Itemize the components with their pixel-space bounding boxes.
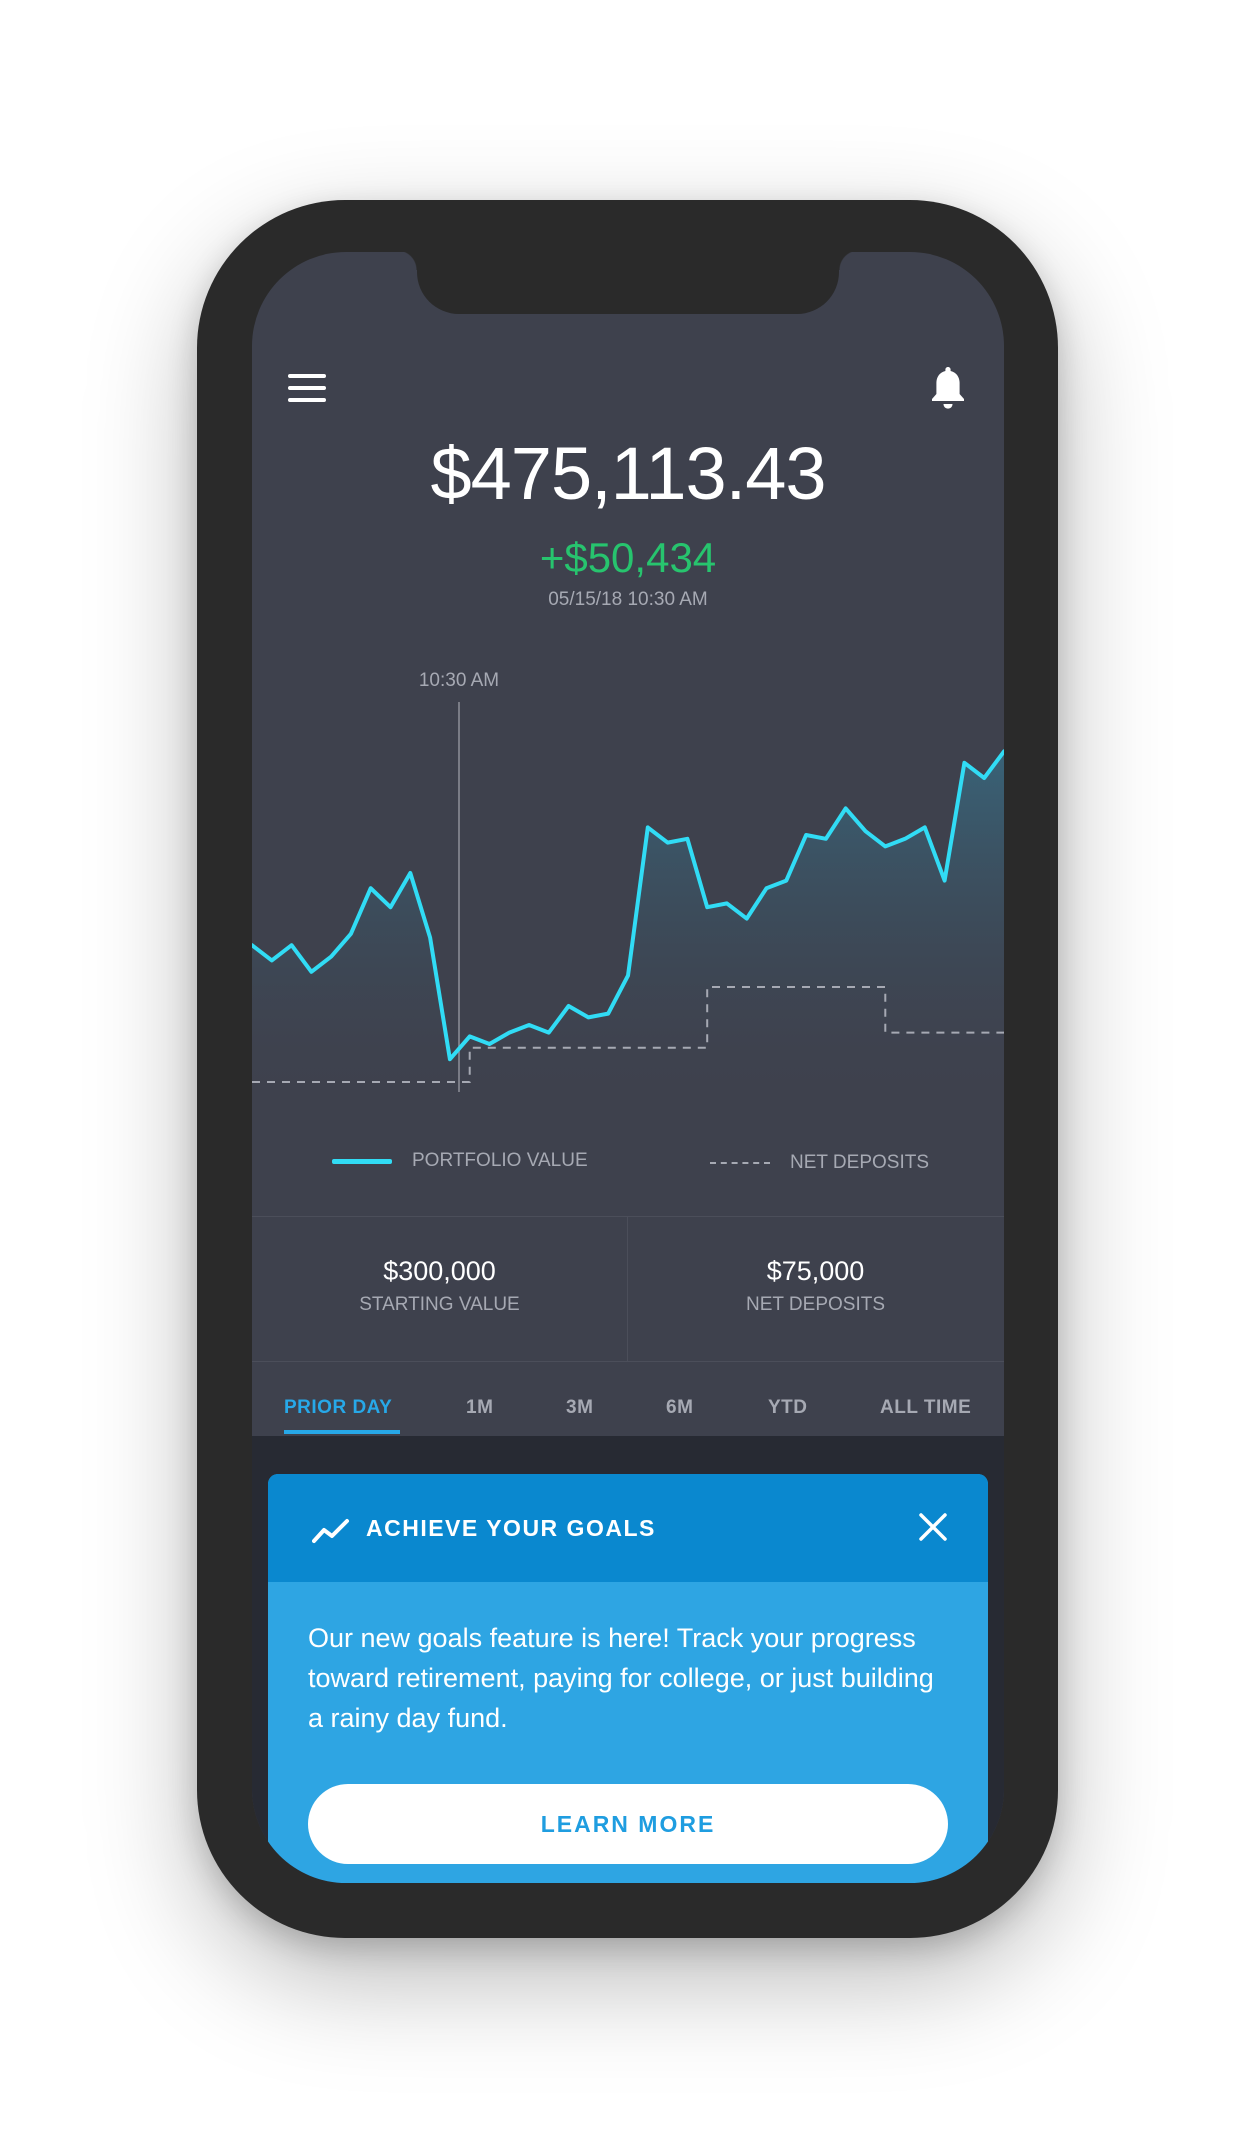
app-screen: $475,113.43 +$50,434 05/15/18 10:30 AM 1…	[252, 252, 1004, 1883]
tab-6m[interactable]: 6M	[666, 1396, 693, 1420]
goals-card: ACHIEVE YOUR GOALS Our new goals feature…	[268, 1474, 988, 1883]
learn-more-button[interactable]: LEARN MORE	[308, 1784, 948, 1864]
legend-portfolio-swatch	[332, 1159, 392, 1164]
goals-card-title: ACHIEVE YOUR GOALS	[366, 1515, 656, 1541]
bell-icon[interactable]	[928, 364, 968, 410]
tab-all-time[interactable]: ALL TIME	[880, 1396, 971, 1420]
tab-prior-day[interactable]: PRIOR DAY	[284, 1396, 392, 1420]
stats-panel: $300,000 STARTING VALUE $75,000 NET DEPO…	[252, 1216, 1004, 1362]
net-deposits-label: NET DEPOSITS	[745, 1294, 885, 1315]
goals-card-body: Our new goals feature is here! Track you…	[308, 1623, 934, 1733]
legend-portfolio-label: PORTFOLIO VALUE	[412, 1150, 588, 1171]
portfolio-chart[interactable]: 10:30 AM	[252, 652, 1004, 1092]
phone-notch	[397, 250, 859, 314]
portfolio-value-area	[252, 751, 1004, 1092]
trend-up-icon	[312, 1519, 349, 1543]
stat-starting-value: $300,000 STARTING VALUE	[252, 1217, 628, 1361]
starting-value: $300,000	[383, 1256, 496, 1286]
portfolio-change: +$50,434	[539, 534, 717, 581]
portfolio-timestamp: 05/15/18 10:30 AM	[548, 589, 708, 610]
tab-1m[interactable]: 1M	[466, 1396, 493, 1420]
hamburger-icon[interactable]	[288, 374, 328, 404]
legend-deposits-swatch	[710, 1162, 770, 1164]
time-range-tabs: PRIOR DAY 1M 3M 6M YTD ALL TIME	[252, 1360, 1004, 1436]
chart-marker-label: 10:30 AM	[419, 670, 499, 691]
tab-3m[interactable]: 3M	[566, 1396, 593, 1420]
net-deposits-value: $75,000	[766, 1256, 865, 1286]
active-tab-indicator	[284, 1430, 400, 1434]
stat-net-deposits: $75,000 NET DEPOSITS	[628, 1217, 1003, 1361]
tab-ytd[interactable]: YTD	[768, 1396, 808, 1420]
portfolio-balance: $475,113.43	[430, 432, 826, 515]
legend-deposits-label: NET DEPOSITS	[790, 1152, 930, 1173]
goals-card-header: ACHIEVE YOUR GOALS	[268, 1474, 988, 1582]
close-icon[interactable]	[918, 1512, 948, 1542]
starting-value-label: STARTING VALUE	[359, 1294, 520, 1315]
